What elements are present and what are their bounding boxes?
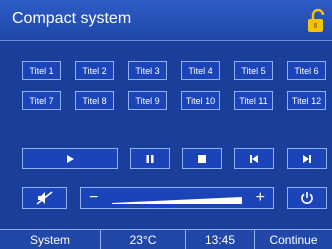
track-button-6[interactable]: Titel 6 xyxy=(287,61,326,80)
track-button-9[interactable]: Titel 9 xyxy=(128,91,167,110)
stop-button[interactable] xyxy=(182,148,222,169)
power-button[interactable] xyxy=(287,187,327,209)
volume-slider[interactable]: − + xyxy=(80,187,274,209)
skip-back-icon xyxy=(250,154,258,163)
footer-bar: System 23°C 13:45 Continue xyxy=(0,229,332,249)
play-icon xyxy=(67,154,74,163)
track-button-7[interactable]: Titel 7 xyxy=(22,91,61,110)
stop-icon xyxy=(198,154,206,163)
volume-ramp xyxy=(112,197,242,204)
skip-forward-icon xyxy=(303,154,311,163)
track-button-12[interactable]: Titel 12 xyxy=(287,91,326,110)
track-button-3[interactable]: Titel 3 xyxy=(128,61,167,80)
mute-icon xyxy=(36,191,52,205)
time-display: 13:45 xyxy=(204,232,236,247)
track-button-11[interactable]: Titel 11 xyxy=(234,91,273,110)
mute-button[interactable] xyxy=(22,187,67,209)
track-button-10[interactable]: Titel 10 xyxy=(181,91,220,110)
header-divider xyxy=(0,40,332,41)
track-button-2[interactable]: Titel 2 xyxy=(75,61,114,80)
previous-track-button[interactable] xyxy=(234,148,274,169)
track-button-8[interactable]: Titel 8 xyxy=(75,91,114,110)
system-button[interactable]: System xyxy=(0,230,100,249)
app-title: Compact system xyxy=(12,10,132,27)
title-bar: Compact system xyxy=(0,0,332,40)
temperature-display: 23°C xyxy=(129,232,157,247)
continue-button[interactable]: Continue xyxy=(255,230,332,249)
next-track-button[interactable] xyxy=(287,148,327,169)
pause-button[interactable] xyxy=(130,148,170,169)
volume-up-label: + xyxy=(255,189,265,206)
volume-down-label: − xyxy=(89,189,99,206)
power-icon xyxy=(301,192,313,204)
pause-icon xyxy=(146,154,154,163)
lock-icon[interactable] xyxy=(305,8,329,34)
play-button[interactable] xyxy=(22,148,118,169)
track-button-1[interactable]: Titel 1 xyxy=(22,61,61,80)
track-button-4[interactable]: Titel 4 xyxy=(181,61,220,80)
track-button-5[interactable]: Titel 5 xyxy=(234,61,273,80)
